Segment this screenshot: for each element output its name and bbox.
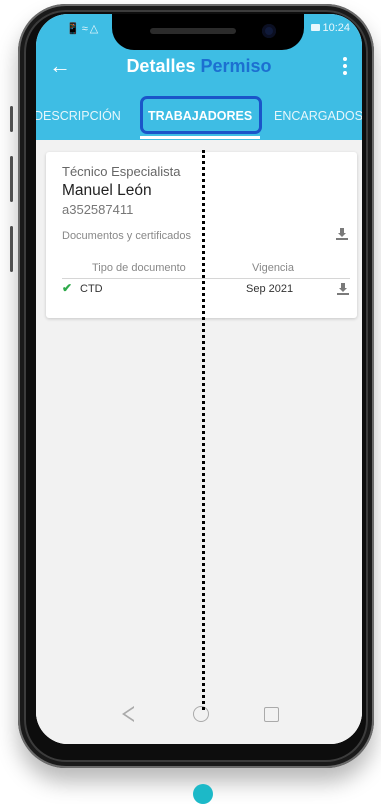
tab-highlight-box — [140, 96, 262, 134]
row-download-icon[interactable] — [337, 283, 349, 295]
nav-back-icon-inner — [125, 708, 134, 720]
document-type-cell: CTD — [80, 283, 103, 295]
column-header-validity: Vigencia — [252, 262, 294, 274]
tab-descripcion[interactable]: DESCRIPCIÓN — [36, 92, 121, 140]
status-icons: 📱≈△ — [66, 23, 101, 35]
status-time: 10:24 — [322, 22, 350, 34]
screen: 📱≈△ 10:24 ← Detalles Permiso DESCRIPCIÓN… — [36, 14, 362, 744]
nav-recents-icon[interactable] — [264, 707, 279, 722]
side-button-volume-down — [10, 226, 13, 272]
phone-notch — [112, 14, 304, 50]
column-header-type: Tipo de documento — [92, 262, 186, 274]
side-button-mute — [10, 106, 13, 132]
worker-code: a352587411 — [62, 202, 134, 217]
page-title: Detalles Permiso — [36, 56, 362, 77]
tab-active-indicator — [140, 136, 260, 139]
download-icon[interactable] — [336, 228, 348, 240]
check-icon: ✔ — [62, 281, 73, 295]
side-button-volume-up — [10, 156, 13, 202]
tab-encargados[interactable]: ENCARGADOS — [274, 92, 362, 140]
front-camera — [262, 24, 276, 38]
app-bar: ← Detalles Permiso — [36, 44, 362, 92]
system-nav-bar — [36, 692, 362, 744]
worker-role: Técnico Especialista — [62, 164, 181, 179]
document-validity-cell: Sep 2021 — [246, 283, 294, 295]
documents-label: Documentos y certificados — [62, 230, 191, 242]
more-vertical-icon[interactable] — [338, 54, 352, 78]
content-area: Técnico Especialista Manuel León a352587… — [36, 140, 362, 744]
worker-name: Manuel León — [62, 182, 152, 199]
guide-dotted-line — [202, 150, 208, 710]
guide-teal-dot — [193, 784, 213, 804]
battery-icon — [311, 24, 321, 31]
speaker-grille — [150, 28, 236, 34]
title-part-detalles: Detalles — [126, 56, 196, 76]
tab-bar: DESCRIPCIÓN TRABAJADORES ENCARGADOS — [36, 92, 362, 140]
status-time-group: 10:24 — [311, 22, 350, 34]
title-part-permiso: Permiso — [200, 56, 272, 76]
